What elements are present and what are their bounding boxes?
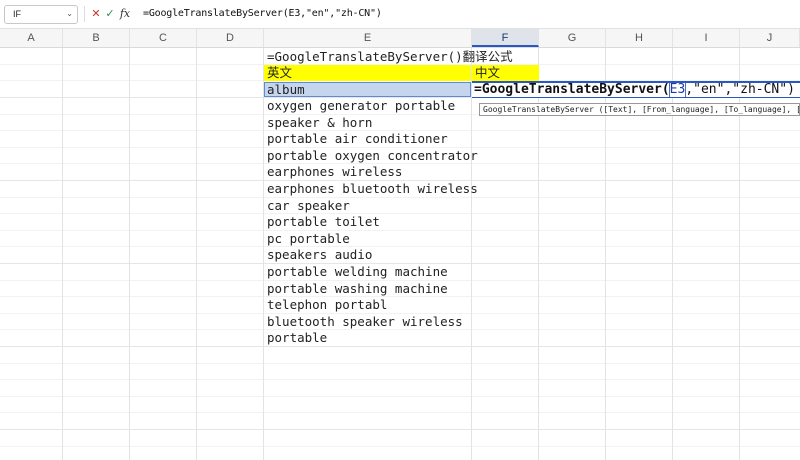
- list-item[interactable]: portable toilet: [267, 214, 380, 230]
- chevron-down-icon[interactable]: ⌄: [66, 9, 73, 18]
- list-item[interactable]: portable: [267, 330, 327, 346]
- column-header-i[interactable]: I: [673, 29, 740, 47]
- list-item[interactable]: portable welding machine: [267, 264, 448, 280]
- list-item[interactable]: portable air conditioner: [267, 131, 448, 147]
- active-cell-editor[interactable]: =GoogleTranslateByServer(E3,"en","zh-CN"…: [472, 81, 800, 98]
- gridline: [263, 48, 264, 460]
- gridline: [62, 48, 63, 460]
- column-header-c[interactable]: C: [130, 29, 197, 47]
- function-name: =GoogleTranslateByServer(: [474, 82, 670, 97]
- cancel-icon[interactable]: ✕: [89, 6, 103, 22]
- insert-function-button[interactable]: fx: [118, 6, 132, 22]
- cell-f2[interactable]: 中文: [475, 65, 500, 81]
- gridline: [471, 48, 472, 460]
- cell-e1[interactable]: =GoogleTranslateByServer()翻译公式: [267, 49, 513, 65]
- column-header-f[interactable]: F: [472, 29, 539, 47]
- column-header-b[interactable]: B: [63, 29, 130, 47]
- column-header-a[interactable]: A: [0, 29, 63, 47]
- formula-bar: IF ⌄ ✕ ✓ fx =GoogleTranslateByServer(E3,…: [0, 0, 800, 29]
- sheet-grid[interactable]: =GoogleTranslateByServer()翻译公式 英文 中文 alb…: [0, 48, 800, 460]
- column-header-g[interactable]: G: [539, 29, 606, 47]
- list-item[interactable]: telephon portabl: [267, 297, 387, 313]
- column-header-d[interactable]: D: [197, 29, 264, 47]
- gridline: [129, 48, 130, 460]
- formula-input[interactable]: =GoogleTranslateByServer(E3,"en","zh-CN"…: [143, 8, 382, 19]
- column-header-e[interactable]: E: [264, 29, 472, 47]
- column-header-j[interactable]: J: [740, 29, 800, 47]
- cell-e2-fill: [264, 65, 471, 81]
- list-item[interactable]: earphones wireless: [267, 164, 402, 180]
- name-box-value: IF: [13, 9, 21, 19]
- list-item[interactable]: portable washing machine: [267, 281, 448, 297]
- list-item[interactable]: oxygen generator portable: [267, 98, 455, 114]
- cell-reference[interactable]: E3: [668, 83, 687, 97]
- function-tooltip: GoogleTranslateByServer ([Text], [From_l…: [479, 103, 800, 116]
- cell-e3[interactable]: album: [267, 82, 305, 98]
- formula-bar-divider: [84, 6, 85, 22]
- cell-f3-formula: =GoogleTranslateByServer(E3,"en","zh-CN"…: [474, 82, 795, 97]
- list-item[interactable]: pc portable: [267, 231, 350, 247]
- tooltip-text: GoogleTranslateByServer ([Text], [From_l…: [483, 105, 799, 114]
- list-item[interactable]: car speaker: [267, 198, 350, 214]
- gridline: [196, 48, 197, 460]
- list-item[interactable]: bluetooth speaker wireless: [267, 314, 463, 330]
- list-item[interactable]: speakers audio: [267, 247, 372, 263]
- cell-e2[interactable]: 英文: [267, 65, 292, 81]
- enter-icon[interactable]: ✓: [103, 6, 117, 22]
- column-header-row: A B C D E F G H I J: [0, 29, 800, 48]
- list-item[interactable]: earphones bluetooth wireless: [267, 181, 478, 197]
- function-arguments: ,"en","zh-CN"): [685, 82, 795, 97]
- list-item[interactable]: speaker & horn: [267, 115, 372, 131]
- column-header-h[interactable]: H: [606, 29, 673, 47]
- name-box[interactable]: IF ⌄: [4, 5, 78, 24]
- list-item[interactable]: portable oxygen concentrator: [267, 148, 478, 164]
